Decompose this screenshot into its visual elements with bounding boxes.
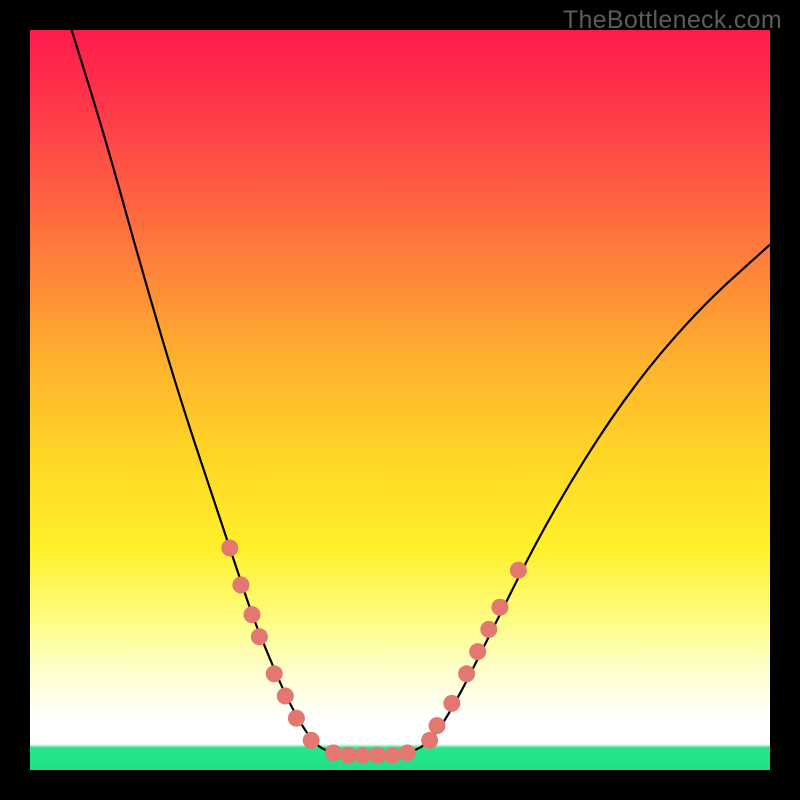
data-marker	[369, 747, 386, 764]
data-marker	[384, 747, 401, 764]
data-marker	[325, 744, 342, 761]
data-marker	[232, 577, 249, 594]
watermark-text: TheBottleneck.com	[563, 6, 782, 35]
bottleneck-curve	[67, 30, 770, 755]
data-marker	[443, 695, 460, 712]
data-marker	[277, 688, 294, 705]
data-marker	[429, 717, 446, 734]
data-marker	[221, 540, 238, 557]
data-marker	[340, 747, 357, 764]
data-marker	[303, 732, 320, 749]
data-marker	[469, 643, 486, 660]
chart-container: TheBottleneck.com	[0, 0, 800, 800]
data-marker	[244, 606, 261, 623]
data-marker	[251, 628, 268, 645]
plot-area	[30, 30, 770, 770]
data-marker	[421, 732, 438, 749]
data-marker	[288, 710, 305, 727]
curve-svg	[30, 30, 770, 770]
data-marker	[480, 621, 497, 638]
data-marker	[458, 665, 475, 682]
data-marker	[266, 665, 283, 682]
data-marker	[355, 747, 372, 764]
data-marker	[491, 599, 508, 616]
data-marker	[399, 744, 416, 761]
data-marker	[510, 562, 527, 579]
